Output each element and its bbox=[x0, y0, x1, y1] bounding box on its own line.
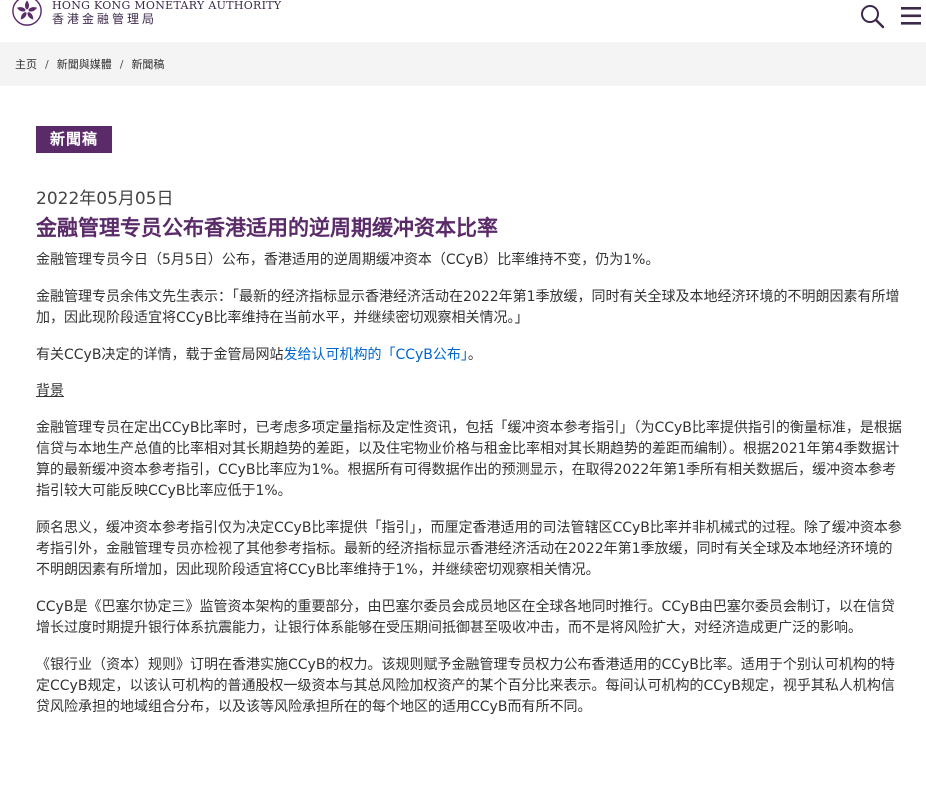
article-paragraph-6: CCyB是《巴塞尔协定三》监管资本架构的重要部分，由巴塞尔委员会成员地区在全球各… bbox=[36, 599, 895, 636]
article-date: 2022年05月05日 bbox=[36, 189, 174, 209]
breadcrumb-separator: / bbox=[45, 57, 49, 71]
article-paragraph-4: 金融管理专员在定出CCyB比率时，已考虑多项定量指标及定性资讯，包括「缓冲资本参… bbox=[36, 420, 902, 499]
hkma-logo[interactable]: HONG KONG MONETARY AUTHORITY 香港金融管理局 bbox=[10, 0, 281, 27]
article-paragraph-2: 金融管理专员余伟文先生表示：「最新的经济指标显示香港经济活动在2022年第1季放… bbox=[36, 289, 900, 326]
article-paragraph-1: 金融管理专员今日（5月5日）公布，香港适用的逆周期缓冲资本（CCyB）比率维持不… bbox=[36, 252, 660, 268]
paragraph-3-text: 有关CCyB决定的详情，载于金管局网站 bbox=[36, 347, 284, 363]
article-paragraph-7: 《银行业（资本）规则》订明在香港实施CCyB的权力。该规则赋予金融管理专员权力公… bbox=[36, 657, 895, 715]
menu-button[interactable] bbox=[899, 5, 923, 27]
bauhinia-emblem-icon bbox=[12, 0, 42, 26]
background-heading: 背景 bbox=[36, 383, 64, 399]
breadcrumb-home[interactable]: 主页 bbox=[15, 56, 37, 72]
hamburger-menu-icon bbox=[901, 7, 921, 25]
logo-text: HONG KONG MONETARY AUTHORITY 香港金融管理局 bbox=[52, 0, 281, 27]
article-content: 新聞稿 2022年05月05日 金融管理专员公布香港适用的逆周期缓冲资本比率 金… bbox=[36, 126, 904, 718]
search-button[interactable] bbox=[859, 3, 885, 29]
article-title: 金融管理专员公布香港适用的逆周期缓冲资本比率 bbox=[36, 216, 498, 240]
breadcrumb-press-releases[interactable]: 新聞稿 bbox=[131, 56, 164, 72]
breadcrumb: 主页 / 新聞與媒體 / 新聞稿 bbox=[0, 42, 926, 86]
article-paragraph-3: 有关CCyB决定的详情，载于金管局网站发给认可机构的「CCyB公布」。 bbox=[36, 345, 904, 366]
org-name-zh: 香港金融管理局 bbox=[52, 12, 158, 26]
breadcrumb-separator: / bbox=[119, 57, 124, 71]
search-icon bbox=[861, 5, 885, 29]
breadcrumb-news-media[interactable]: 新聞與媒體 bbox=[57, 56, 112, 72]
category-tag: 新聞稿 bbox=[36, 126, 113, 153]
org-name-en: HONG KONG MONETARY AUTHORITY bbox=[52, 0, 282, 12]
ccyb-announcement-link[interactable]: 发给认可机构的「CCyB公布」 bbox=[283, 347, 467, 363]
paragraph-3-end: 。 bbox=[467, 347, 482, 363]
article-paragraph-5: 顾名思义，缓冲资本参考指引仅为决定CCyB比率提供「指引」，而厘定香港适用的司法… bbox=[36, 520, 902, 578]
site-header: HONG KONG MONETARY AUTHORITY 香港金融管理局 bbox=[0, 0, 926, 36]
